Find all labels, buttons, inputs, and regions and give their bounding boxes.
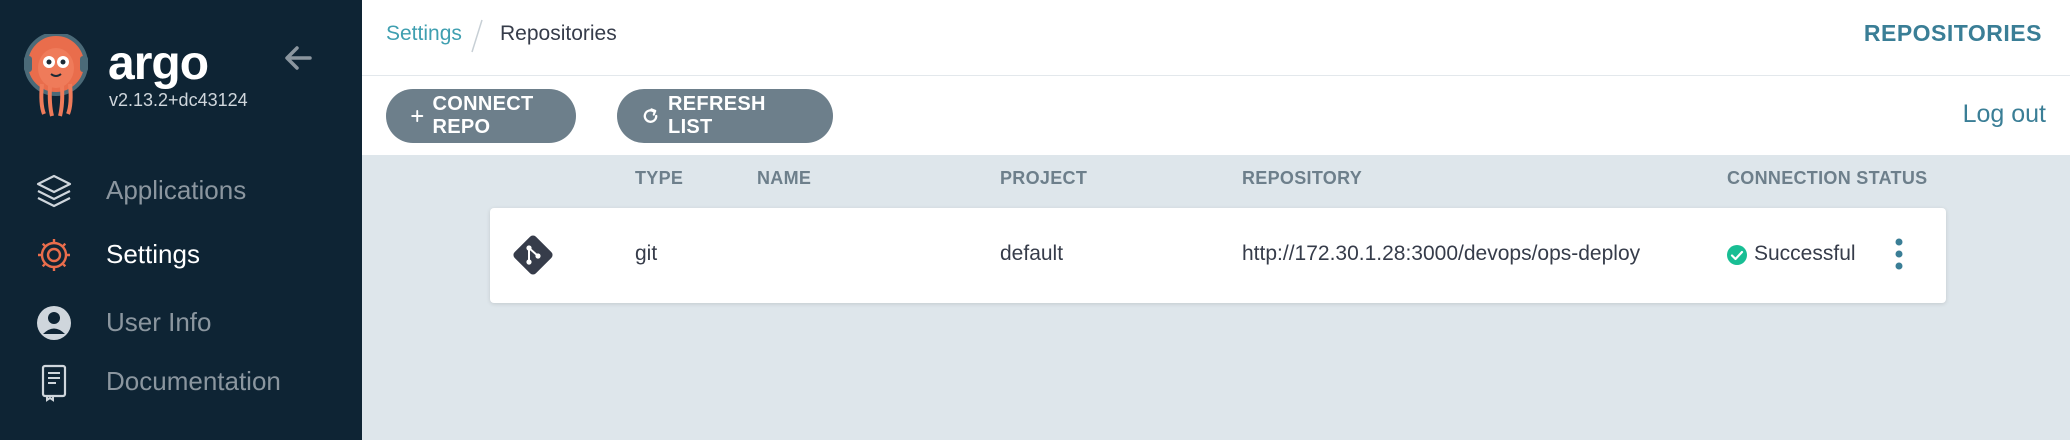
sidebar: argo v2.13.2+dc43124 Applications Settin… [0, 0, 362, 440]
refresh-list-label: REFRESH LIST [668, 93, 766, 138]
breadcrumb-settings-link[interactable]: Settings [386, 22, 462, 46]
cell-project: default [1000, 242, 1064, 265]
sidebar-item-label: User Info [106, 307, 212, 337]
cell-repository: http://172.30.1.28:3000/devops/ops-deplo… [1242, 242, 1641, 265]
sidebar-item-documentation[interactable]: Documentation [0, 352, 362, 408]
sidebar-item-label: Documentation [106, 366, 281, 396]
column-header-repository: REPOSITORY [1242, 168, 1363, 188]
collapse-sidebar-arrow-icon[interactable] [280, 40, 316, 76]
plus-icon [411, 109, 424, 123]
refresh-icon [643, 108, 658, 123]
page-title: REPOSITORIES [1863, 20, 2042, 46]
refresh-list-button[interactable]: REFRESH LIST [617, 89, 833, 143]
book-icon [34, 362, 74, 402]
column-header-connection-status: CONNECTION STATUS [1727, 168, 1928, 188]
row-actions-menu-icon[interactable] [1892, 234, 1906, 274]
git-icon [512, 234, 554, 276]
connect-repo-label: CONNECT REPO [432, 93, 534, 138]
gear-icon [34, 235, 74, 275]
cell-type: git [635, 242, 658, 265]
argo-octopus-logo [22, 32, 90, 118]
user-circle-icon [34, 303, 74, 343]
toolbar: CONNECT REPO REFRESH LIST Log out [362, 76, 2070, 155]
cell-connection-status: Successful [1754, 242, 1856, 265]
app-name: argo [108, 37, 209, 90]
table-row[interactable]: git default http://172.30.1.28:3000/devo… [490, 208, 1946, 303]
sidebar-item-user-info[interactable]: User Info [0, 293, 362, 349]
column-header-project: PROJECT [1000, 168, 1088, 188]
app-version: v2.13.2+dc43124 [109, 90, 248, 110]
column-header-name: NAME [757, 168, 812, 188]
connect-repo-button[interactable]: CONNECT REPO [386, 89, 576, 143]
top-bar: Settings Repositories REPOSITORIES [362, 0, 2070, 76]
breadcrumb-separator [471, 19, 483, 53]
logout-link[interactable]: Log out [1963, 100, 2046, 129]
success-check-icon [1726, 244, 1748, 266]
column-header-type: TYPE [635, 168, 684, 188]
sidebar-item-settings[interactable]: Settings [0, 225, 362, 281]
breadcrumb-current: Repositories [500, 22, 617, 45]
sidebar-item-label: Settings [106, 239, 200, 269]
table-header: TYPE NAME PROJECT REPOSITORY CONNECTION … [0, 168, 2070, 192]
